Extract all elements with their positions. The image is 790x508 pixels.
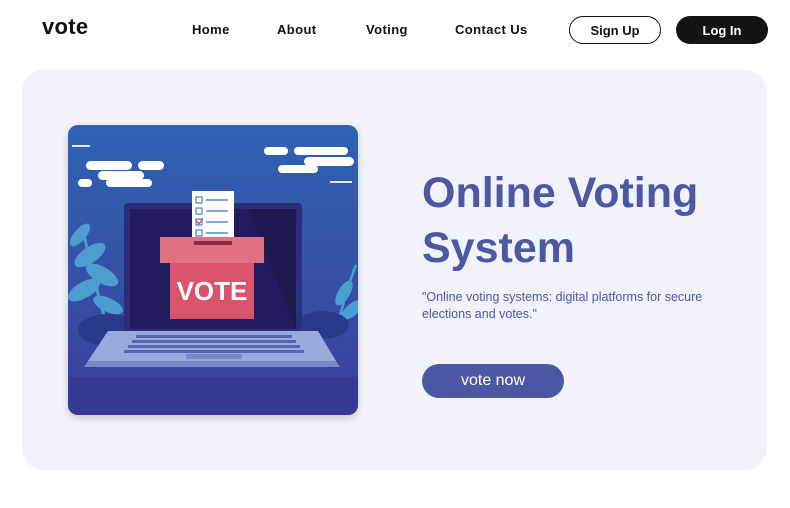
logo[interactable]: vote [42, 14, 88, 40]
nav-link-contact-us[interactable]: Contact Us [455, 22, 528, 37]
nav-link-voting[interactable]: Voting [366, 22, 408, 37]
nav-link-home[interactable]: Home [192, 22, 230, 37]
hero-section: VOTE Online Voting System "Online voting… [22, 70, 767, 470]
log-in-button[interactable]: Log In [676, 16, 768, 44]
ballot-paper [192, 191, 234, 243]
hero-description: "Online voting systems: digital platform… [422, 290, 703, 321]
nav-link-about[interactable]: About [277, 22, 317, 37]
hero-title: Online Voting System [422, 169, 699, 272]
vote-now-button[interactable]: vote now [422, 364, 564, 398]
sign-up-button[interactable]: Sign Up [569, 16, 661, 44]
ballot-box-laptop-illustration: VOTE [68, 125, 358, 415]
ballot-box-label: VOTE [177, 276, 248, 306]
ballot-box: VOTE [160, 237, 264, 319]
